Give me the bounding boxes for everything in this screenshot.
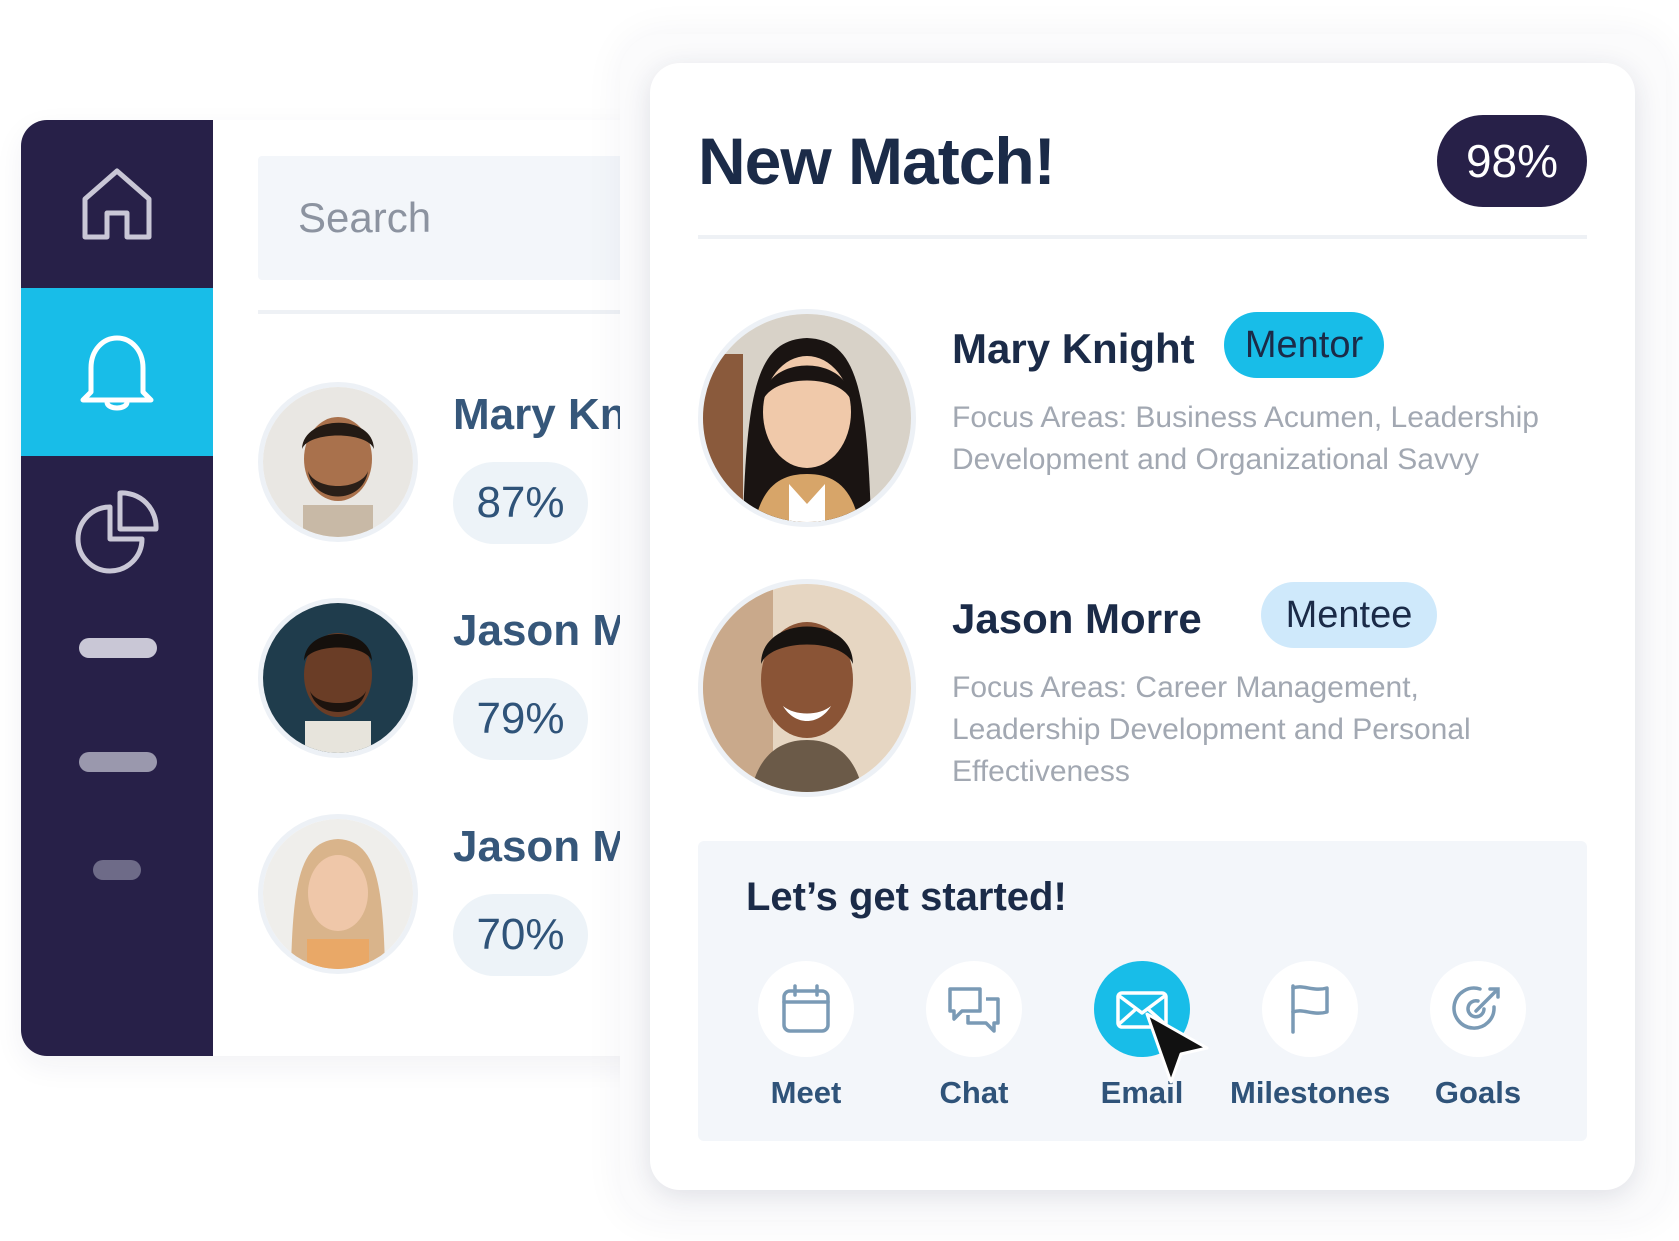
role-badge: Mentee: [1261, 582, 1437, 648]
avatar: [698, 579, 916, 797]
mouse-cursor-icon: [1145, 1012, 1209, 1084]
match-percent-badge: 87%: [453, 462, 588, 544]
list-item[interactable]: Mary Kni 87%: [258, 382, 661, 544]
person-name: Mary Knight: [952, 325, 1195, 372]
match-list-panel: Search Mary Kni 87% Jason Mo 79% Jason M…: [213, 120, 661, 1056]
list-item[interactable]: Jason Mo 79%: [258, 598, 661, 760]
sidebar-placeholder-bar: [93, 860, 141, 880]
sidebar-item-notifications[interactable]: [21, 288, 213, 456]
flag-icon: [1291, 984, 1329, 1034]
sidebar: [21, 120, 213, 1056]
avatar: [258, 598, 418, 758]
action-icon-circle: [758, 961, 854, 1057]
focus-areas: Focus Areas: Business Acumen, Leadership…: [952, 401, 1539, 476]
home-icon: [82, 168, 152, 240]
matches-window: Search Mary Kni 87% Jason Mo 79% Jason M…: [21, 120, 661, 1056]
meet-button[interactable]: Meet: [726, 961, 886, 1111]
calendar-icon: [782, 984, 830, 1033]
list-item-name: Mary Kni: [453, 390, 639, 439]
sidebar-item-home[interactable]: [21, 138, 213, 268]
milestones-label: Milestones: [1230, 1075, 1391, 1110]
avatar: [698, 309, 916, 527]
milestones-button[interactable]: Milestones: [1230, 961, 1390, 1111]
pie-chart-icon: [75, 490, 159, 574]
divider: [258, 310, 661, 314]
chat-icon: [948, 987, 1000, 1033]
chat-label: Chat: [939, 1075, 1009, 1110]
sidebar-placeholder-bar: [79, 638, 157, 658]
chat-button[interactable]: Chat: [894, 961, 1054, 1111]
list-item[interactable]: Jason Mo 70%: [258, 814, 661, 976]
action-icon-circle: [1430, 961, 1526, 1057]
goals-label: Goals: [1434, 1075, 1522, 1110]
match-percent-badge: 70%: [453, 894, 588, 976]
target-icon: [1452, 986, 1500, 1030]
meet-label: Meet: [770, 1075, 842, 1110]
avatar: [258, 814, 418, 974]
focus-areas: Focus Areas: Career Management, Leadersh…: [952, 671, 1471, 788]
search-input[interactable]: Search: [258, 156, 661, 280]
person-name: Jason Morre: [952, 595, 1202, 642]
match-percent-badge: 79%: [453, 678, 588, 760]
get-started-panel: Let’s get started! Meet Chat Email Miles…: [698, 841, 1587, 1141]
app-canvas: Search Mary Kni 87% Jason Mo 79% Jason M…: [0, 0, 1679, 1241]
match-score-badge: 98%: [1437, 115, 1587, 207]
sidebar-placeholder-bar: [79, 752, 157, 772]
action-icon-circle: [926, 961, 1022, 1057]
role-badge: Mentor: [1224, 312, 1384, 378]
action-icon-circle: [1262, 961, 1358, 1057]
page-title: New Match!: [698, 124, 1056, 198]
sidebar-item-analytics[interactable]: [21, 470, 213, 590]
avatar: [258, 382, 418, 542]
search-placeholder: Search: [298, 194, 432, 241]
bell-icon: [80, 335, 154, 411]
goals-button[interactable]: Goals: [1398, 961, 1558, 1111]
divider: [698, 235, 1587, 239]
get-started-title: Let’s get started!: [746, 875, 1067, 919]
